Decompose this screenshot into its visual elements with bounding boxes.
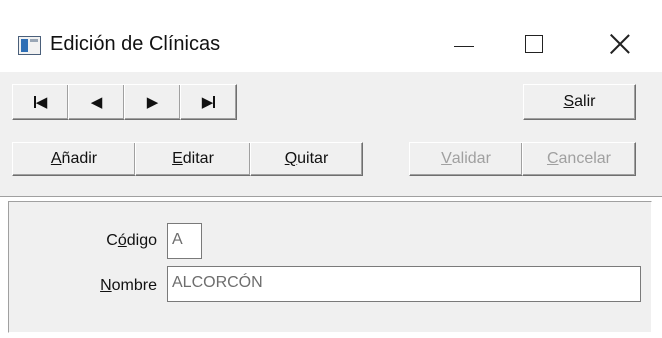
first-record-icon: ◀	[33, 92, 48, 111]
title-bar[interactable]: Edición de Clínicas	[0, 0, 662, 72]
first-record-button[interactable]: ◀	[12, 84, 69, 120]
edit-button[interactable]: Editar	[135, 142, 251, 176]
nombre-field[interactable]: ALCORCÓN	[167, 266, 641, 302]
separator	[0, 196, 662, 198]
close-button[interactable]	[597, 22, 643, 66]
exit-button[interactable]: Salir	[523, 84, 636, 120]
minimize-button[interactable]	[441, 22, 487, 66]
maximize-button[interactable]	[511, 22, 557, 66]
cancel-button[interactable]: Cancelar	[522, 142, 636, 176]
window-title: Edición de Clínicas	[50, 33, 221, 55]
codigo-field[interactable]: A	[167, 223, 202, 259]
close-icon	[609, 33, 631, 55]
codigo-label: Código	[106, 232, 157, 249]
last-record-button[interactable]: ▶	[180, 84, 237, 120]
validate-button[interactable]: Validar	[409, 142, 523, 176]
previous-record-icon: ◀	[90, 92, 103, 111]
nombre-label: Nombre	[100, 277, 157, 294]
minimize-icon	[454, 45, 474, 47]
remove-button[interactable]: Quitar	[250, 142, 363, 176]
toolbar: ◀ ◀ ▶ ▶ Salir Añadir Editar Quitar Valid…	[0, 72, 662, 196]
add-button[interactable]: Añadir	[12, 142, 136, 176]
last-record-icon: ▶	[201, 92, 216, 111]
next-record-button[interactable]: ▶	[124, 84, 181, 120]
maximize-icon	[525, 35, 543, 53]
app-icon	[18, 36, 41, 55]
previous-record-button[interactable]: ◀	[68, 84, 125, 120]
next-record-icon: ▶	[146, 92, 159, 111]
form-panel: Código A Nombre ALCORCÓN	[8, 201, 652, 333]
